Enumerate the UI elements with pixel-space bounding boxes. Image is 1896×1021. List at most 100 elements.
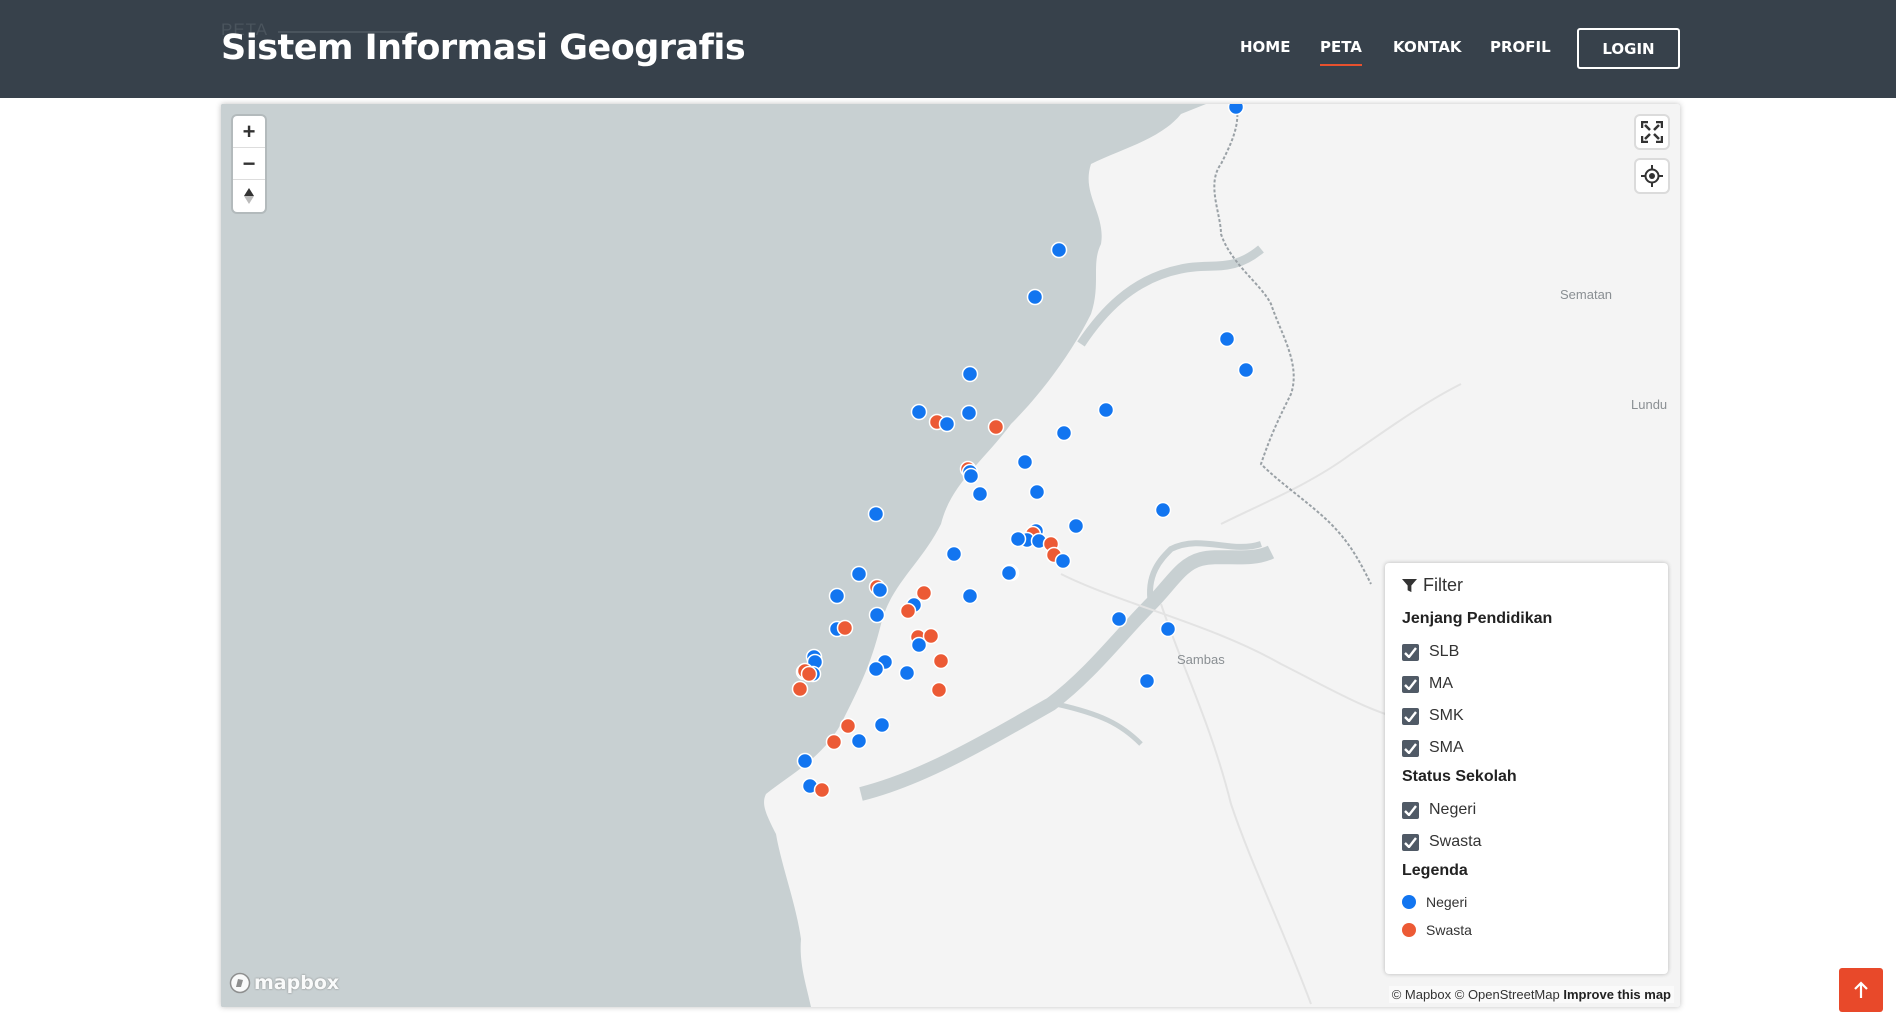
school-marker-swasta[interactable] bbox=[791, 680, 809, 698]
school-marker-negeri[interactable] bbox=[796, 752, 814, 770]
school-marker-negeri[interactable] bbox=[1050, 241, 1068, 259]
filter-swasta[interactable]: Swasta bbox=[1402, 826, 1651, 858]
filter-sma[interactable]: SMA bbox=[1402, 732, 1651, 764]
school-marker-negeri[interactable] bbox=[898, 664, 916, 682]
zoom-in-button[interactable]: + bbox=[233, 116, 265, 148]
school-marker-negeri[interactable] bbox=[850, 732, 868, 750]
checkbox-checked-icon[interactable] bbox=[1402, 739, 1419, 757]
checkbox-checked-icon[interactable] bbox=[1402, 643, 1419, 661]
jenjang-heading: Jenjang Pendidikan bbox=[1402, 610, 1553, 627]
school-marker-negeri[interactable] bbox=[828, 587, 846, 605]
fullscreen-button[interactable] bbox=[1636, 116, 1668, 148]
geolocate-button[interactable] bbox=[1636, 160, 1668, 192]
school-marker-swasta[interactable] bbox=[930, 681, 948, 699]
map-attribution: © Mapbox © OpenStreetMap Improve this ma… bbox=[1388, 986, 1674, 1003]
legend-swasta-label: Swasta bbox=[1426, 922, 1472, 938]
school-marker-swasta[interactable] bbox=[839, 717, 857, 735]
school-marker-swasta[interactable] bbox=[987, 418, 1005, 436]
zoom-control: + − bbox=[233, 116, 265, 212]
nav-home[interactable]: HOME bbox=[1240, 38, 1290, 56]
login-button[interactable]: LOGIN bbox=[1577, 28, 1680, 69]
arrow-up-icon bbox=[1854, 981, 1868, 998]
school-marker-negeri[interactable] bbox=[1159, 620, 1177, 638]
school-marker-negeri[interactable] bbox=[961, 587, 979, 605]
school-marker-negeri[interactable] bbox=[1138, 672, 1156, 690]
mapbox-logo-text: mapbox bbox=[254, 972, 340, 994]
geolocate-icon bbox=[1641, 165, 1663, 187]
school-marker-negeri[interactable] bbox=[1237, 361, 1255, 379]
school-marker-negeri[interactable] bbox=[1026, 288, 1044, 306]
compass-icon bbox=[244, 188, 254, 204]
school-marker-negeri[interactable] bbox=[1016, 453, 1034, 471]
legend-swasta: Swasta bbox=[1402, 916, 1651, 944]
school-marker-negeri[interactable] bbox=[1009, 530, 1027, 548]
filter-negeri-label: Negeri bbox=[1429, 801, 1477, 818]
compass-button[interactable] bbox=[233, 180, 265, 212]
fullscreen-icon bbox=[1641, 121, 1663, 143]
school-marker-negeri[interactable] bbox=[945, 545, 963, 563]
top-navbar: PETA Sistem Informasi Geografis HOME PET… bbox=[0, 0, 1896, 98]
school-marker-swasta[interactable] bbox=[915, 584, 933, 602]
back-to-top-button[interactable] bbox=[1839, 968, 1883, 1012]
school-marker-negeri[interactable] bbox=[962, 467, 980, 485]
school-marker-negeri[interactable] bbox=[1000, 564, 1018, 582]
checkbox-checked-icon[interactable] bbox=[1402, 675, 1419, 693]
checkbox-checked-icon[interactable] bbox=[1402, 801, 1419, 819]
filter-icon bbox=[1402, 578, 1417, 593]
checkbox-checked-icon[interactable] bbox=[1402, 707, 1419, 725]
school-marker-swasta[interactable] bbox=[899, 602, 917, 620]
school-marker-swasta[interactable] bbox=[932, 652, 950, 670]
filter-smk[interactable]: SMK bbox=[1402, 700, 1651, 732]
school-marker-negeri[interactable] bbox=[1218, 330, 1236, 348]
filter-panel: Filter Jenjang Pendidikan SLB MA SMK SMA… bbox=[1385, 563, 1668, 974]
nav-profil[interactable]: PROFIL bbox=[1490, 38, 1551, 56]
school-marker-negeri[interactable] bbox=[867, 660, 885, 678]
school-marker-negeri[interactable] bbox=[1227, 104, 1245, 116]
school-marker-negeri[interactable] bbox=[1054, 552, 1072, 570]
school-marker-swasta[interactable] bbox=[825, 733, 843, 751]
zoom-out-button[interactable]: − bbox=[233, 148, 265, 180]
filter-negeri[interactable]: Negeri bbox=[1402, 794, 1651, 826]
school-marker-negeri[interactable] bbox=[1055, 424, 1073, 442]
mapbox-logo[interactable]: mapbox bbox=[229, 972, 339, 994]
attribution-text[interactable]: © Mapbox © OpenStreetMap bbox=[1392, 987, 1560, 1002]
school-marker-negeri[interactable] bbox=[1154, 501, 1172, 519]
school-marker-negeri[interactable] bbox=[871, 581, 889, 599]
nav-kontak[interactable]: KONTAK bbox=[1393, 38, 1462, 56]
school-marker-negeri[interactable] bbox=[850, 565, 868, 583]
checkbox-checked-icon[interactable] bbox=[1402, 833, 1419, 851]
legend-negeri: Negeri bbox=[1402, 888, 1651, 916]
nav-peta[interactable]: PETA bbox=[1320, 38, 1362, 66]
map-canvas[interactable]: Sematan Lundu Sambas + − Filter Jenjang … bbox=[221, 104, 1680, 1007]
filter-slb[interactable]: SLB bbox=[1402, 636, 1651, 668]
school-marker-negeri[interactable] bbox=[910, 636, 928, 654]
school-marker-negeri[interactable] bbox=[1028, 483, 1046, 501]
school-marker-negeri[interactable] bbox=[868, 606, 886, 624]
filter-ma-label: MA bbox=[1429, 675, 1453, 692]
improve-map-link[interactable]: Improve this map bbox=[1563, 987, 1671, 1002]
filter-title-text: Filter bbox=[1423, 575, 1463, 595]
school-marker-negeri[interactable] bbox=[910, 403, 928, 421]
school-marker-negeri[interactable] bbox=[960, 404, 978, 422]
legend-negeri-label: Negeri bbox=[1426, 894, 1468, 910]
legend-heading: Legenda bbox=[1402, 862, 1468, 879]
school-marker-negeri[interactable] bbox=[938, 415, 956, 433]
status-heading: Status Sekolah bbox=[1402, 768, 1517, 785]
school-marker-negeri[interactable] bbox=[1110, 610, 1128, 628]
legend-swasta-dot bbox=[1402, 923, 1416, 937]
filter-sma-label: SMA bbox=[1429, 739, 1464, 756]
brand-title[interactable]: Sistem Informasi Geografis bbox=[221, 28, 746, 68]
filter-ma[interactable]: MA bbox=[1402, 668, 1651, 700]
school-marker-negeri[interactable] bbox=[867, 505, 885, 523]
school-marker-negeri[interactable] bbox=[1097, 401, 1115, 419]
filter-slb-label: SLB bbox=[1429, 643, 1460, 660]
filter-swasta-label: Swasta bbox=[1429, 833, 1482, 850]
school-marker-negeri[interactable] bbox=[971, 485, 989, 503]
school-marker-swasta[interactable] bbox=[813, 781, 831, 799]
school-marker-negeri[interactable] bbox=[873, 716, 891, 734]
school-marker-swasta[interactable] bbox=[836, 619, 854, 637]
school-marker-negeri[interactable] bbox=[961, 365, 979, 383]
filter-title: Filter bbox=[1402, 575, 1651, 596]
school-marker-swasta[interactable] bbox=[800, 665, 818, 683]
school-marker-negeri[interactable] bbox=[1067, 517, 1085, 535]
